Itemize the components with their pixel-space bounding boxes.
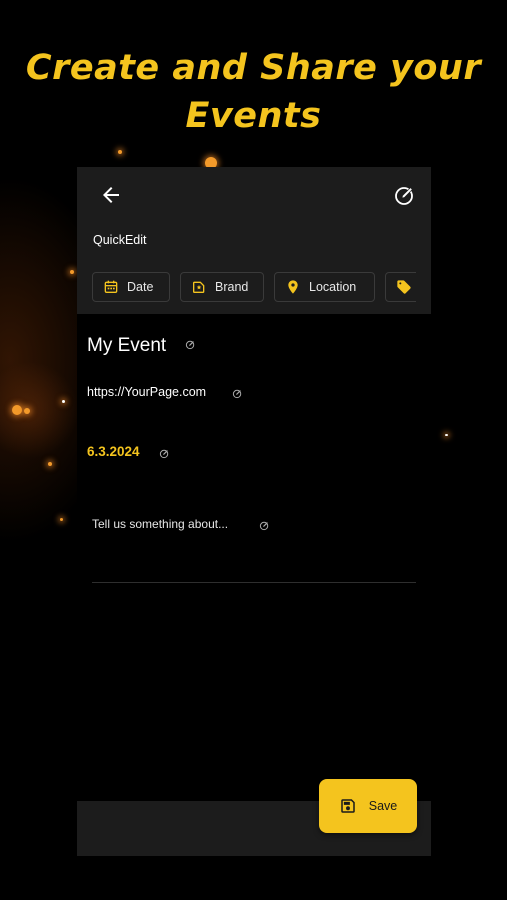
edit-description-icon[interactable] bbox=[259, 520, 270, 531]
chip-location-label: Location bbox=[309, 280, 357, 294]
location-pin-icon bbox=[288, 280, 298, 294]
chip-date[interactable]: Date bbox=[92, 272, 170, 302]
chip-location[interactable]: Location bbox=[274, 272, 375, 302]
tag-icon bbox=[397, 280, 411, 294]
spark-decoration bbox=[12, 405, 22, 415]
app-screen: QuickEdit Date Brand Location My Event h… bbox=[77, 167, 431, 856]
event-url[interactable]: https://YourPage.com bbox=[87, 385, 206, 399]
event-date[interactable]: 6.3.2024 bbox=[87, 444, 140, 459]
save-button[interactable]: Save bbox=[319, 779, 417, 833]
event-title[interactable]: My Event bbox=[87, 335, 166, 357]
chip-tag[interactable] bbox=[385, 272, 416, 302]
calendar-icon bbox=[104, 280, 118, 293]
description-divider bbox=[92, 582, 416, 583]
edit-title-icon[interactable] bbox=[185, 339, 196, 350]
chip-brand[interactable]: Brand bbox=[180, 272, 264, 302]
edit-url-icon[interactable] bbox=[232, 388, 243, 399]
spark-decoration bbox=[70, 270, 74, 274]
brand-icon bbox=[193, 281, 205, 293]
spark-decoration bbox=[445, 434, 448, 436]
chip-date-label: Date bbox=[127, 280, 154, 294]
spark-decoration bbox=[48, 462, 52, 466]
spark-decoration bbox=[24, 408, 30, 414]
save-disk-icon bbox=[341, 799, 355, 813]
spark-decoration bbox=[62, 400, 65, 403]
headline-line-1: Create and Share your bbox=[25, 48, 482, 88]
promo-headline: Create and Share your Events bbox=[0, 44, 507, 140]
spark-decoration bbox=[118, 150, 122, 154]
screen: Create and Share your Events QuickEdit D… bbox=[0, 0, 507, 900]
spark-decoration bbox=[60, 518, 63, 521]
quickedit-chips: Date Brand Location bbox=[77, 167, 416, 314]
edit-date-icon[interactable] bbox=[159, 448, 170, 459]
app-bar: QuickEdit Date Brand Location bbox=[77, 167, 431, 314]
event-description[interactable]: Tell us something about... bbox=[92, 517, 228, 531]
save-button-label: Save bbox=[368, 799, 398, 813]
chip-brand-label: Brand bbox=[215, 280, 249, 294]
headline-line-2: Events bbox=[185, 96, 322, 136]
